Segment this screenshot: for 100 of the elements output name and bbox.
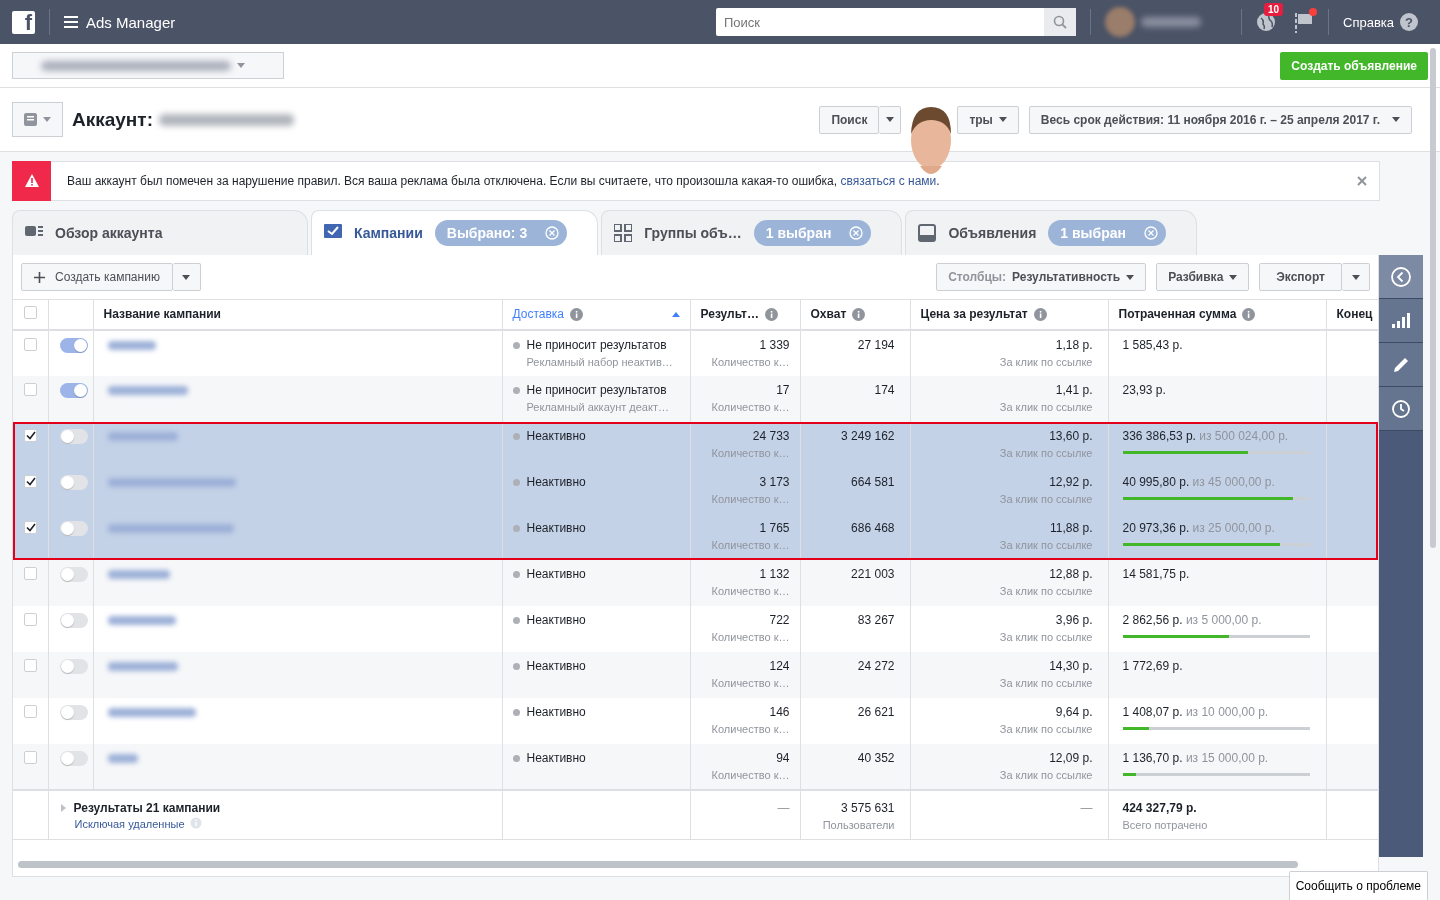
toggle-switch[interactable]	[59, 382, 88, 398]
table-cell-text: 1 585,43 р.	[1122, 337, 1184, 352]
back-icon[interactable]	[1391, 266, 1411, 287]
table-cell-text: 40 352	[856, 750, 895, 765]
delivery-status: Неактивно	[512, 520, 680, 535]
horizontal-scrollbar[interactable]	[18, 861, 1298, 868]
expand-arrow-icon[interactable]	[60, 803, 66, 812]
table-cell-text: 40 995,80 р. из 45 000,00 р.	[1122, 474, 1276, 489]
clear-icon[interactable]	[1144, 226, 1158, 240]
blurred-text	[107, 615, 176, 625]
plus-icon	[34, 271, 45, 283]
table-cell-note: За клик по ссылке	[998, 400, 1093, 413]
column-header[interactable]: Охват	[800, 299, 910, 330]
table-cell-text: 722	[768, 612, 790, 627]
table-cell-text: 20 973,36 р. из 25 000,00 р.	[1122, 520, 1276, 535]
info-icon[interactable]	[852, 307, 866, 321]
search-button[interactable]: Поиск	[819, 105, 880, 134]
logo[interactable]: f	[12, 10, 35, 34]
dropdown-button[interactable]	[879, 105, 902, 134]
row-checkbox[interactable]	[24, 658, 37, 672]
column-header[interactable]: Конец	[1326, 299, 1378, 330]
column-header[interactable]: Доставка	[502, 299, 690, 330]
breakdown-button[interactable]: Разбивка	[1156, 263, 1250, 291]
vertical-scrollbar[interactable]	[1430, 48, 1436, 548]
blurred-text	[1141, 17, 1201, 27]
info-icon[interactable]	[189, 816, 202, 829]
toggle-switch[interactable]	[59, 658, 88, 674]
account-label: Аккаунт:	[72, 108, 153, 131]
dropdown-button[interactable]	[172, 263, 201, 291]
account-selector[interactable]	[12, 52, 284, 79]
row-checkbox[interactable]	[24, 750, 37, 764]
table-cell-text: 12,88 р.	[1048, 566, 1093, 581]
table-cell-text: 1,18 р.	[1054, 337, 1093, 352]
excluding-deleted-link[interactable]: Исключая удаленные	[74, 817, 185, 830]
table-cell-note: Всего потрачено	[1122, 818, 1209, 831]
table-cell-text: 1 136,70 р. из 15 000,00 р.	[1122, 750, 1270, 765]
tab[interactable]: Объявления 1 выбран	[905, 210, 1197, 255]
toggle-switch[interactable]	[59, 704, 88, 720]
toggle-switch[interactable]	[59, 520, 88, 536]
flag-icon[interactable]	[1294, 11, 1314, 33]
table-cell-note: За клик по ссылке	[998, 538, 1093, 551]
dropdown-button[interactable]	[1342, 263, 1370, 291]
toggle-switch[interactable]	[59, 474, 88, 490]
toggle-switch[interactable]	[59, 750, 88, 766]
table-cell-note: Количество к…	[710, 400, 790, 413]
table-cell-note: Количество к…	[710, 355, 790, 368]
clear-icon[interactable]	[545, 226, 560, 240]
select-all-checkbox[interactable]	[24, 306, 37, 320]
close-icon[interactable]	[1357, 176, 1367, 186]
table-cell-text: 3,96 р.	[1054, 612, 1093, 627]
info-icon[interactable]	[570, 307, 584, 321]
export-button[interactable]: Экспорт	[1259, 263, 1342, 291]
row-checkbox[interactable]	[24, 704, 37, 718]
toggle-switch[interactable]	[59, 428, 88, 444]
filters-button[interactable]: тры	[957, 105, 1019, 134]
blurred-avatar[interactable]	[1105, 7, 1135, 37]
columns-button[interactable]: Столбцы: Результативность	[936, 263, 1147, 291]
table-cell-text: 146	[768, 704, 790, 719]
date-range-button[interactable]: Весь срок действия: 11 ноября 2016 г. – 25 апреля 2017 г.	[1028, 105, 1412, 134]
toggle-switch[interactable]	[59, 566, 88, 582]
create-campaign-button[interactable]: Создать кампанию	[21, 263, 173, 291]
column-header[interactable]: Цена за результат	[910, 299, 1108, 330]
toggle-switch[interactable]	[59, 612, 88, 628]
table-cell-text: 12,09 р.	[1048, 750, 1093, 765]
info-icon[interactable]	[1242, 307, 1256, 321]
search-icon[interactable]	[1053, 15, 1067, 29]
column-header[interactable]: Результ…	[690, 299, 800, 330]
row-checkbox[interactable]	[24, 382, 37, 396]
row-checkbox[interactable]	[24, 612, 37, 626]
help-link[interactable]: Справка	[1343, 14, 1394, 30]
tab[interactable]: Кампании Выбрано: 3	[311, 210, 599, 255]
row-checkbox[interactable]	[24, 566, 37, 580]
tab[interactable]: Группы объ… 1 выбран	[601, 210, 903, 255]
toggle-switch[interactable]	[59, 337, 88, 353]
info-icon[interactable]	[764, 307, 778, 321]
delivery-status: Неактивно	[512, 566, 680, 581]
column-header[interactable]: Название кампании	[93, 299, 502, 330]
row-checkbox[interactable]	[24, 474, 37, 488]
row-checkbox[interactable]	[24, 337, 37, 351]
table-cell-note: За клик по ссылке	[998, 768, 1093, 781]
menu-icon[interactable]	[64, 16, 78, 28]
column-header[interactable]: Потраченная сумма	[1108, 299, 1326, 330]
info-icon[interactable]	[1033, 307, 1047, 321]
help-icon[interactable]: ?	[1400, 13, 1418, 31]
table-cell-text: 23,93 р.	[1122, 382, 1167, 397]
sort-arrow-icon[interactable]	[671, 311, 680, 317]
row-checkbox[interactable]	[24, 428, 37, 442]
delivery-status: Неактивно	[512, 658, 680, 673]
account-menu-button[interactable]	[12, 102, 63, 137]
search-field[interactable]: Поиск	[716, 8, 1044, 36]
report-problem-button[interactable]: Сообщить о проблеме	[1288, 871, 1428, 900]
blurred-text	[107, 340, 156, 350]
table-cell-text: 1 765	[758, 520, 790, 535]
row-checkbox[interactable]	[24, 520, 37, 534]
table-cell-text: 94	[775, 750, 790, 765]
tab[interactable]: Обзор аккаунта	[12, 210, 308, 255]
delivery-status: Неактивно	[512, 750, 680, 765]
bar-chart-icon[interactable]	[1391, 310, 1411, 331]
clear-icon[interactable]	[849, 226, 864, 240]
clock-icon[interactable]	[1391, 398, 1411, 419]
